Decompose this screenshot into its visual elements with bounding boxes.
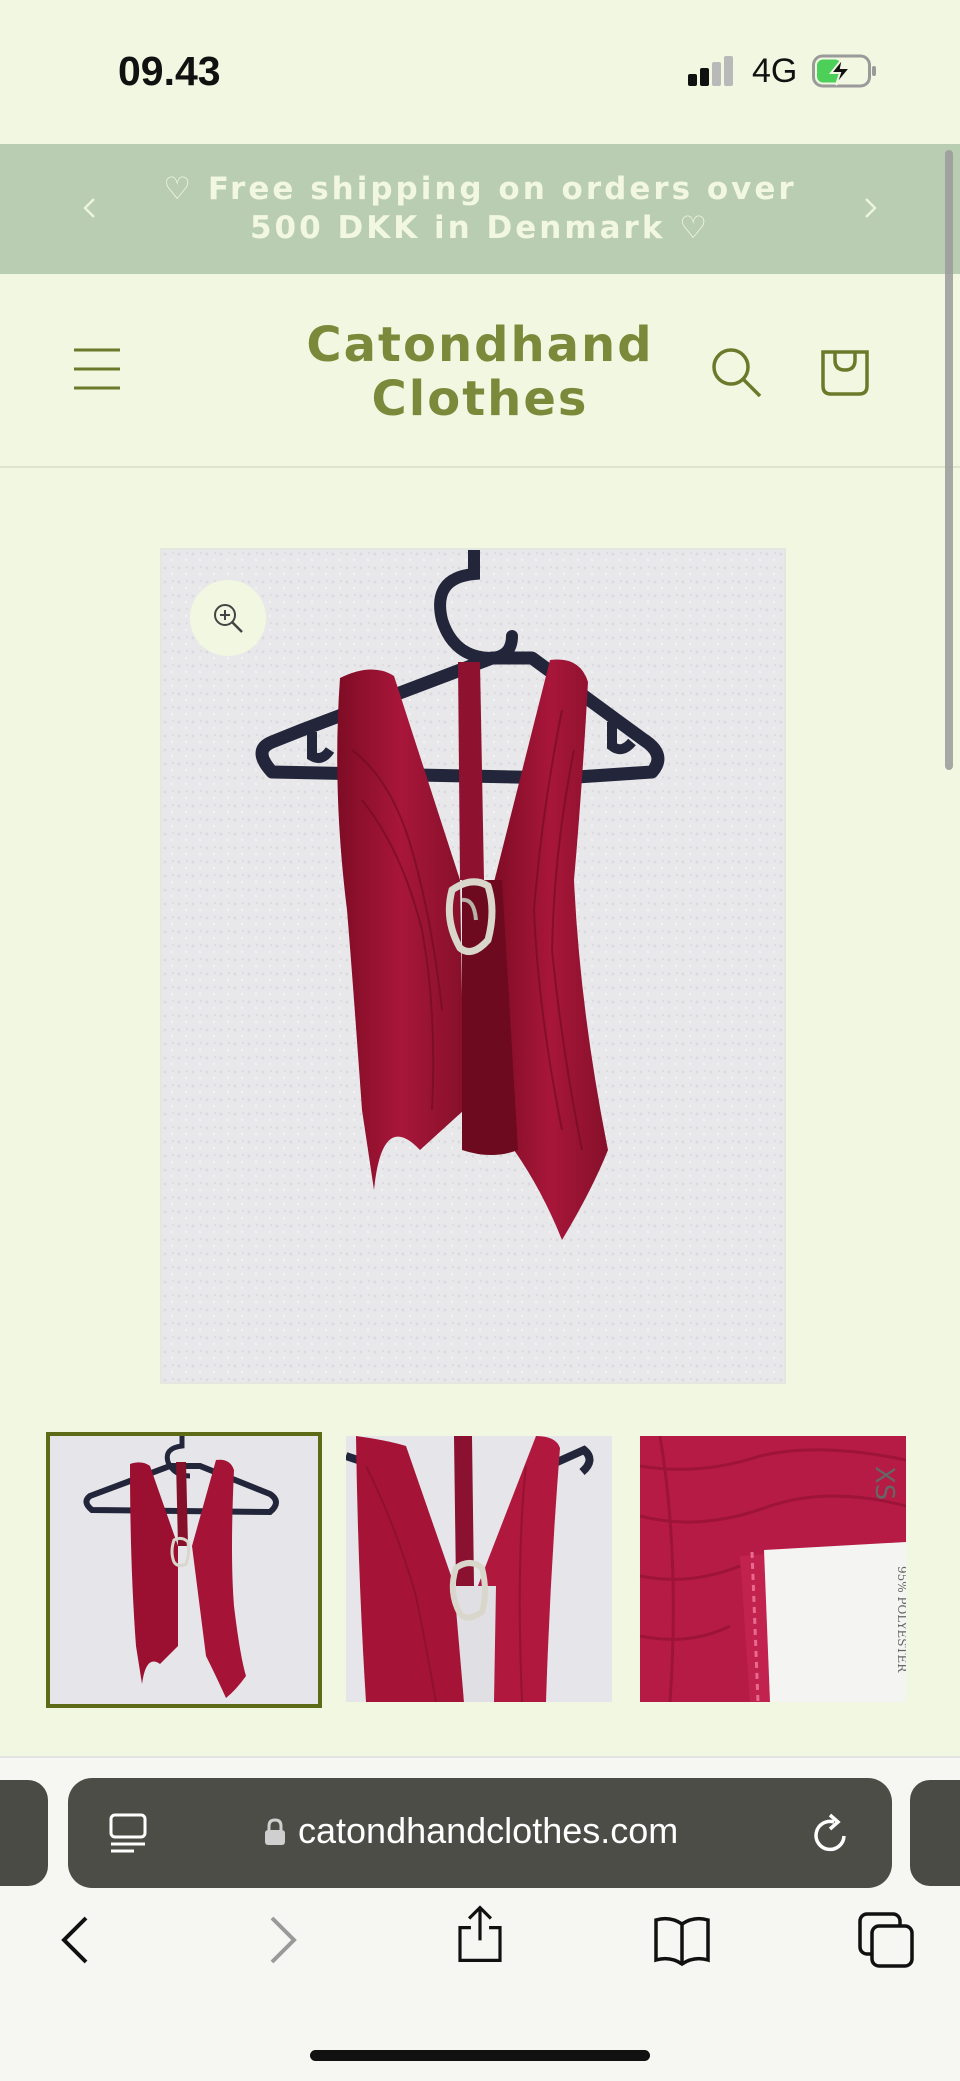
reader-mode-icon[interactable] [108,1812,148,1854]
next-tab-preview[interactable] [910,1780,960,1886]
garment-tag-material: 95% POLYESTER [895,1566,906,1673]
chevron-left-icon[interactable] [72,190,108,226]
browser-toolbar: catondhandclothes.com [0,1756,960,2081]
thumbnail-full-vest-image [50,1436,318,1704]
lock-icon [265,1818,285,1845]
reload-icon[interactable] [810,1812,852,1856]
cart-bag-icon[interactable] [818,340,872,398]
scroll-indicator[interactable] [945,150,953,770]
product-main-image[interactable] [160,548,786,1384]
signal-bars-icon [688,56,736,86]
status-bar: 09.43 4G [0,0,960,144]
thumbnail-closeup-buckle-image [346,1436,612,1702]
url-text: catondhandclothes.com [298,1810,679,1851]
product-thumbnail-3[interactable]: XS 95% POLYESTER [640,1436,906,1702]
network-type: 4G [752,52,798,90]
tabs-icon[interactable] [856,1910,916,1970]
hamburger-menu-icon[interactable] [72,346,122,392]
thumbnail-size-tag-image: XS 95% POLYESTER [640,1436,906,1702]
forward-icon[interactable] [250,1910,310,1970]
status-time: 09.43 [118,48,221,94]
address-bar[interactable]: catondhandclothes.com [68,1778,892,1888]
product-thumbnail-2[interactable] [346,1436,612,1702]
home-indicator [310,2050,650,2061]
chevron-right-icon[interactable] [852,190,888,226]
previous-tab-preview[interactable] [0,1780,48,1886]
site-header: Catondhand Clothes [0,274,960,468]
product-thumbnail-1[interactable] [46,1432,322,1708]
garment-tag-size: XS [869,1466,899,1500]
share-icon[interactable] [450,1904,510,1964]
search-icon[interactable] [708,344,764,400]
site-logo[interactable]: Catondhand Clothes [260,318,700,426]
battery-charging-icon [812,54,876,88]
zoom-button[interactable] [190,580,266,656]
product-photo-red-vest [162,550,784,1382]
zoom-in-icon [214,604,243,633]
announcement-bar: ♡ Free shipping on orders over 500 DKK i… [0,144,960,274]
back-icon[interactable] [48,1910,108,1970]
announcement-text: ♡ Free shipping on orders over 500 DKK i… [163,171,797,246]
bookmarks-icon[interactable] [652,1910,712,1970]
